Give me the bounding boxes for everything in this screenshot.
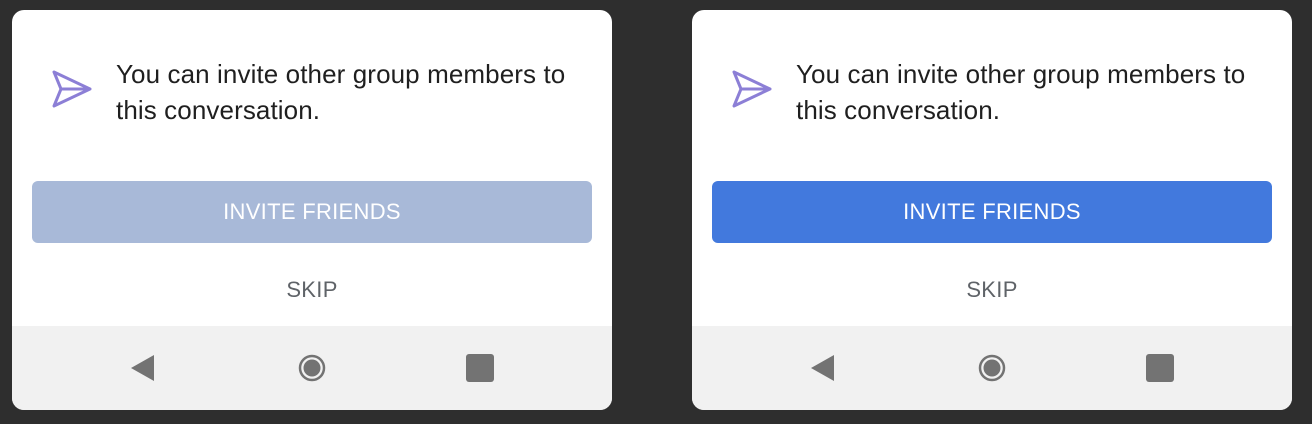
message-row: You can invite other group members to th… (730, 56, 1266, 128)
invite-message: You can invite other group members to th… (796, 59, 1246, 125)
invite-friends-button[interactable]: INVITE FRIENDS (32, 181, 592, 243)
send-icon (50, 68, 94, 112)
recents-icon[interactable] (460, 348, 500, 388)
invite-friends-button[interactable]: INVITE FRIENDS (712, 181, 1272, 243)
android-nav-bar (12, 326, 612, 410)
skip-button[interactable]: SKIP (212, 268, 412, 312)
back-icon[interactable] (803, 348, 843, 388)
recents-icon[interactable] (1140, 348, 1180, 388)
message-row: You can invite other group members to th… (50, 56, 586, 128)
send-icon (730, 68, 774, 112)
home-icon[interactable] (972, 348, 1012, 388)
skip-button[interactable]: SKIP (892, 268, 1092, 312)
android-nav-bar (692, 326, 1292, 410)
back-icon[interactable] (123, 348, 163, 388)
invite-dialog-disabled: You can invite other group members to th… (12, 10, 612, 410)
home-icon[interactable] (292, 348, 332, 388)
invite-message: You can invite other group members to th… (116, 59, 566, 125)
invite-dialog-enabled: You can invite other group members to th… (692, 10, 1292, 410)
